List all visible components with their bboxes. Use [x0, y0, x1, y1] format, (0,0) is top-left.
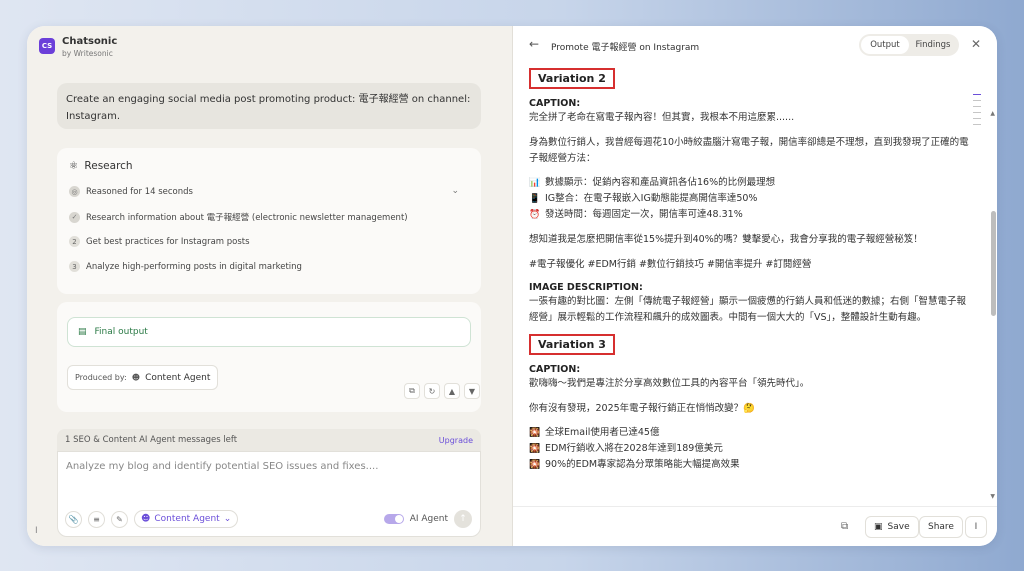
- message-actions: ⧉ ↻ ▲ ▼: [404, 383, 480, 399]
- chatsonic-logo: CS: [39, 38, 55, 54]
- attach-icon[interactable]: 📎: [65, 510, 82, 528]
- output-tabs: Output Findings: [859, 34, 959, 56]
- composer-input[interactable]: Analyze my blog and identify potential S…: [66, 461, 378, 472]
- hashtags: #電子報優化 #EDM行銷 #數位行銷技巧 #開信率提升 #訂閱經營: [529, 259, 812, 270]
- folder-icon: ▣: [874, 522, 883, 532]
- image-description: 一張有趣的對比圖：左側「傳統電子報經營」顯示一個疲憊的行銷人員和低迷的數據；右側…: [529, 296, 967, 323]
- caption-text: 你有沒有發現，2025年電子報行銷正在悄悄改變？🤔: [529, 403, 756, 414]
- chevron-down-icon[interactable]: ⌄: [451, 186, 459, 196]
- composer[interactable]: Analyze my blog and identify potential S…: [57, 451, 481, 537]
- copy-icon[interactable]: ⧉: [404, 383, 420, 399]
- section-minimap[interactable]: [973, 94, 981, 130]
- text-cursor-icon: I: [35, 526, 38, 536]
- tab-output[interactable]: Output: [861, 36, 909, 54]
- layers-icon[interactable]: ≡: [88, 510, 105, 528]
- user-prompt: Create an engaging social media post pro…: [57, 83, 481, 129]
- output-header: ← Promote 電子報經營 on Instagram Output Find…: [513, 26, 997, 64]
- caption-text: 身為數位行銷人，我曾經每週花10小時絞盡腦汁寫電子報，開信率卻總是不理想，直到我…: [529, 137, 969, 164]
- tab-findings[interactable]: Findings: [909, 36, 957, 54]
- thumbs-up-icon[interactable]: ▲: [444, 383, 460, 399]
- brush-icon[interactable]: ✎: [111, 510, 128, 528]
- variation-heading: Variation 2: [529, 68, 615, 89]
- output-pane: ⋮ ← Promote 電子報經營 on Instagram Output Fi…: [513, 26, 997, 546]
- refresh-icon[interactable]: ↻: [424, 383, 440, 399]
- chart-icon: 📊: [529, 178, 541, 188]
- scrollbar-thumb[interactable]: [991, 211, 996, 316]
- sparkler-icon: 🎇: [529, 444, 541, 454]
- caption-text: 完全拼了老命在寫電子報內容！但其實，我根本不用這麼累......: [529, 112, 795, 123]
- thumbs-down-icon[interactable]: ▼: [464, 383, 480, 399]
- research-step: 2 Get best practices for Instagram posts: [69, 236, 469, 247]
- research-title: ⚛ Research: [69, 160, 133, 172]
- phone-icon: 📱: [529, 194, 541, 204]
- caption-label: CAPTION:: [529, 98, 581, 109]
- scroll-up-icon[interactable]: ▲: [990, 110, 995, 117]
- brand-sub: by Writesonic: [62, 49, 113, 58]
- bulb-icon: ◎: [69, 186, 80, 197]
- step-number: 2: [69, 236, 80, 247]
- step-number: 3: [69, 261, 80, 272]
- research-card: ⚛ Research ◎ Reasoned for 14 seconds ⌄ ✓…: [57, 148, 481, 294]
- agent-select[interactable]: ☻ Content Agent ⌄: [134, 510, 239, 528]
- info-button[interactable]: I: [965, 516, 987, 538]
- list-item: ⏰ 發送時間：每週固定一次，開信率可達48.31%: [529, 207, 969, 223]
- scrollbar[interactable]: ▲ ▼: [989, 68, 997, 500]
- list-item: 🎇 全球Email使用者已達45億: [529, 425, 969, 441]
- message-limit-bar: 1 SEO & Content AI Agent messages left U…: [57, 429, 481, 451]
- brand[interactable]: CS Chatsonic by Writesonic: [39, 36, 117, 58]
- output-content: Variation 2 CAPTION: 完全拼了老命在寫電子報內容！但其實，我…: [529, 66, 969, 503]
- cta-text: 想知道我是怎麼把開信率從15%提升到40%的嗎？雙擊愛心，我會分享我的電子報經營…: [529, 234, 923, 245]
- agent-avatar-icon: ☻: [131, 373, 141, 382]
- composer-tools: 📎 ≡ ✎ ☻ Content Agent ⌄: [65, 510, 239, 528]
- ai-agent-toggle[interactable]: [383, 514, 404, 524]
- list-item: 📱 IG整合：在電子報嵌入IG動態能提高開信率達50%: [529, 191, 969, 207]
- chat-pane: CS Chatsonic by Writesonic Create an eng…: [27, 26, 513, 546]
- final-output-button[interactable]: ▤ Final output: [67, 317, 471, 347]
- share-button[interactable]: Share: [919, 516, 963, 538]
- caption-text: 歡嗨嗨～我們是專注於分享高效數位工具的內容平台「領先時代」。: [529, 378, 810, 389]
- brand-name: Chatsonic: [62, 36, 118, 47]
- scroll-down-icon[interactable]: ▼: [990, 493, 995, 500]
- research-step[interactable]: ◎ Reasoned for 14 seconds ⌄: [69, 186, 469, 197]
- copy-icon[interactable]: ⧉: [841, 521, 848, 532]
- research-icon: ⚛: [69, 160, 79, 172]
- back-arrow-icon[interactable]: ←: [529, 37, 539, 51]
- output-title: Promote 電子報經營 on Instagram: [551, 43, 700, 53]
- document-icon: ▤: [78, 327, 87, 337]
- list-item: 📊 數據顯示：促銷內容和產品資訊各佔16%的比例最理想: [529, 175, 969, 191]
- image-description-label: IMAGE DESCRIPTION:: [529, 282, 643, 293]
- ai-agent-toggle-group: AI Agent ↑: [383, 510, 472, 528]
- close-icon[interactable]: ✕: [971, 37, 981, 51]
- agent-avatar-icon: ☻: [141, 514, 151, 524]
- produced-by-badge: Produced by: ☻ Content Agent: [67, 365, 219, 390]
- app-window: CS Chatsonic by Writesonic Create an eng…: [27, 26, 997, 546]
- list-item: 🎇 EDM行銷收入將在2028年達到189億美元: [529, 441, 969, 457]
- send-button[interactable]: ↑: [454, 510, 472, 528]
- list-item: 🎇 90%的EDM專家認為分眾策略能大幅提高效果: [529, 457, 969, 473]
- sparkler-icon: 🎇: [529, 428, 541, 438]
- research-step: 3 Analyze high-performing posts in digit…: [69, 261, 469, 272]
- variation-heading: Variation 3: [529, 334, 615, 355]
- chevron-down-icon: ⌄: [223, 514, 232, 524]
- sparkler-icon: 🎇: [529, 460, 541, 470]
- caption-label: CAPTION:: [529, 364, 581, 375]
- output-footer: ⧉ ▣ Save Share I: [513, 506, 997, 546]
- research-step: ✓ Research information about 電子報經營 (elec…: [69, 211, 469, 223]
- upgrade-link[interactable]: Upgrade: [439, 436, 473, 445]
- save-button[interactable]: ▣ Save: [865, 516, 919, 538]
- check-icon: ✓: [69, 211, 80, 223]
- alarm-clock-icon: ⏰: [529, 210, 541, 220]
